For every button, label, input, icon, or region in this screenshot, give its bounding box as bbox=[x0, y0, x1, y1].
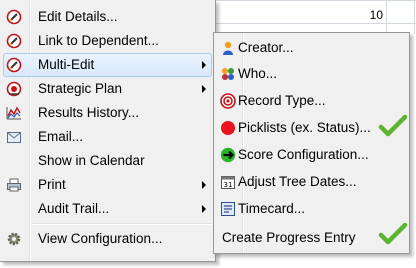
submenu-item-record-type[interactable]: Record Type... bbox=[214, 88, 409, 114]
menu-item-edit-details[interactable]: Edit Details... bbox=[0, 5, 215, 29]
submenu-item-label: Timecard... bbox=[238, 201, 306, 216]
submenu-item-label: Score Configuration... bbox=[238, 147, 369, 162]
multi-edit-submenu: Creator... Who... Record Type... Picklis… bbox=[213, 32, 410, 254]
menu-item-strategic-plan[interactable]: Strategic Plan bbox=[0, 77, 215, 101]
red-dot-icon bbox=[220, 120, 236, 136]
menu-item-label: Print bbox=[38, 177, 66, 192]
printer-icon bbox=[6, 177, 22, 193]
menu-item-multi-edit[interactable]: Multi-Edit bbox=[0, 53, 215, 77]
submenu-item-score-configuration[interactable]: Score Configuration... bbox=[214, 142, 409, 168]
menu-item-email[interactable]: Email... bbox=[0, 125, 215, 149]
checkmark-icon bbox=[378, 222, 408, 246]
background-grid bbox=[216, 0, 416, 34]
target-icon bbox=[220, 93, 236, 109]
menu-item-link-to-dependent[interactable]: Link to Dependent... bbox=[0, 29, 215, 53]
submenu-arrow-icon bbox=[202, 85, 206, 93]
submenu-item-label: Record Type... bbox=[238, 93, 326, 108]
green-arrow-icon bbox=[220, 147, 236, 163]
menu-item-print[interactable]: Print bbox=[0, 173, 215, 197]
submenu-arrow-icon bbox=[202, 205, 206, 213]
people-icon bbox=[220, 66, 236, 82]
submenu-item-label: Adjust Tree Dates... bbox=[238, 174, 357, 189]
menu-item-label: Email... bbox=[38, 129, 84, 144]
menu-item-label: Show in Calendar bbox=[38, 153, 145, 168]
menu-item-audit-trail[interactable]: Audit Trail... bbox=[0, 197, 215, 221]
menu-separator bbox=[32, 223, 212, 225]
calendar-icon: 31 bbox=[220, 174, 236, 190]
submenu-item-label: Picklists (ex. Status)... bbox=[238, 120, 371, 135]
menu-item-label: Results History... bbox=[38, 105, 140, 120]
svg-text:31: 31 bbox=[224, 181, 233, 189]
envelope-icon bbox=[6, 129, 22, 145]
gear-icon bbox=[6, 231, 22, 247]
submenu-item-label: Who... bbox=[238, 66, 278, 81]
menu-item-label: Multi-Edit bbox=[38, 57, 95, 72]
submenu-arrow-icon bbox=[202, 181, 206, 189]
grid-cell-value: 10 bbox=[369, 8, 383, 22]
timecard-icon bbox=[220, 201, 236, 217]
pencil-circle-icon bbox=[6, 57, 22, 73]
checkmark-icon bbox=[378, 114, 408, 138]
submenu-item-adjust-tree-dates[interactable]: 31 Adjust Tree Dates... bbox=[214, 169, 409, 195]
submenu-item-timecard[interactable]: Timecard... bbox=[214, 196, 409, 222]
pencil-circle-icon bbox=[6, 33, 22, 49]
context-menu: Edit Details... Link to Dependent... Mul… bbox=[0, 0, 216, 262]
submenu-item-label: Creator... bbox=[238, 40, 294, 55]
menu-item-label: Link to Dependent... bbox=[38, 33, 159, 48]
menu-item-label: Strategic Plan bbox=[38, 81, 123, 96]
submenu-arrow-icon bbox=[202, 61, 206, 69]
menu-item-label: Audit Trail... bbox=[38, 201, 110, 216]
menu-item-label: View Configuration... bbox=[38, 231, 163, 246]
person-icon bbox=[220, 40, 236, 56]
menu-item-view-configuration[interactable]: View Configuration... bbox=[0, 227, 215, 251]
menu-item-results-history[interactable]: Results History... bbox=[0, 101, 215, 125]
menu-item-show-in-calendar[interactable]: Show in Calendar bbox=[0, 149, 215, 173]
submenu-item-who[interactable]: Who... bbox=[214, 61, 409, 87]
strategic-plan-icon bbox=[6, 81, 22, 97]
menu-item-label: Edit Details... bbox=[38, 9, 118, 24]
chart-line-icon bbox=[6, 105, 22, 121]
submenu-item-creator[interactable]: Creator... bbox=[214, 35, 409, 61]
pencil-circle-icon bbox=[6, 9, 22, 25]
submenu-item-label: Create Progress Entry bbox=[222, 230, 356, 245]
